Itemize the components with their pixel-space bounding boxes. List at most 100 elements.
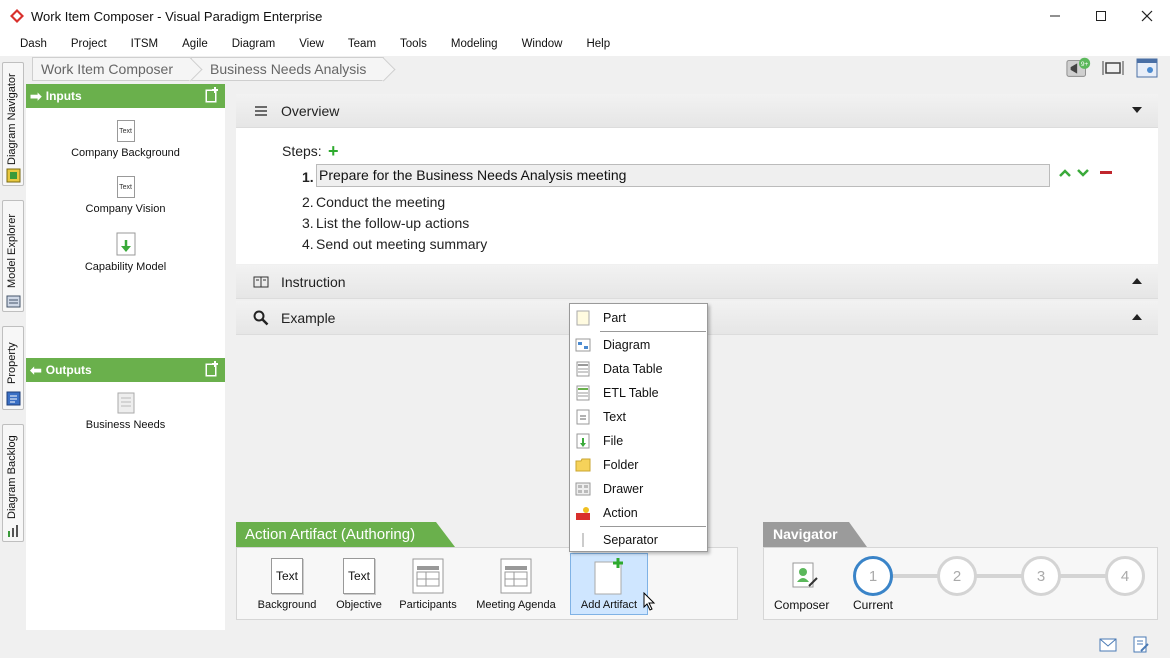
file-download-icon [116,232,135,256]
move-up-icon[interactable] [1058,168,1072,178]
step-text: Conduct the meeting [316,194,446,210]
input-artifact-company-background[interactable]: Text Company Background [26,120,225,159]
menu-item-data-table[interactable]: Data Table [570,357,707,381]
add-artifact-label: Add Artifact [580,599,638,611]
menu-separator [600,526,706,527]
diagram-backlog-icon [8,525,18,537]
menu-item-folder[interactable]: Folder [570,453,707,477]
artifact-meeting-agenda[interactable]: Meeting Agenda [473,558,559,611]
document-icon [117,392,134,414]
add-output-icon[interactable] [205,361,219,377]
menu-help[interactable]: Help [574,32,622,56]
menu-item-label: Diagram [603,338,651,352]
expand-caret-icon[interactable] [1132,314,1142,320]
menu-item-action[interactable]: Action [570,501,707,525]
etl-table-icon [576,385,590,401]
tab-diagram-navigator-label: Diagram Navigator [6,73,18,165]
text-icon [576,409,590,425]
menu-item-label: Separator [603,533,658,547]
remove-step-icon[interactable] [1098,168,1114,178]
artifact-background[interactable]: Text Background [257,558,317,611]
diagram-navigator-icon [6,168,21,183]
step-item-2[interactable]: 2. Conduct the meeting [302,194,445,210]
collapse-caret-icon[interactable] [1132,107,1142,113]
folder-icon [575,458,591,472]
add-artifact-button[interactable]: Add Artifact [570,553,648,615]
step-item-3[interactable]: 3. List the follow-up actions [302,215,469,231]
move-down-icon[interactable] [1076,168,1090,178]
mouse-cursor-icon [643,592,656,611]
expand-caret-icon[interactable] [1132,278,1142,284]
step-circle-4[interactable]: 4 [1105,556,1145,596]
artifact-participants[interactable]: Participants [397,558,459,611]
menu-itsm[interactable]: ITSM [119,32,170,56]
text-document-icon: Text [343,558,375,594]
fit-width-icon [1102,61,1124,75]
megaphone-icon: 9+ [1066,57,1091,77]
instruction-header[interactable]: Instruction [236,265,1158,299]
step-edit-field[interactable]: Prepare for the Business Needs Analysis … [316,164,1050,187]
menu-item-label: Text [603,410,626,424]
overview-title: Overview [281,102,340,119]
add-step-icon[interactable]: + [328,141,339,162]
output-artifact-business-needs[interactable]: Business Needs [26,392,225,431]
menu-item-separator[interactable]: Separator [570,528,707,552]
fit-diagram-button[interactable] [1100,57,1126,79]
menu-item-text[interactable]: Text [570,405,707,429]
step-circle-2[interactable]: 2 [937,556,977,596]
step-text: Send out meeting summary [316,236,488,252]
menu-dash[interactable]: Dash [8,32,59,56]
arrow-left-icon: ⬅ [30,361,42,378]
step-circle-1[interactable]: 1 [853,556,893,596]
input-artifact-capability-model[interactable]: Capability Model [26,232,225,273]
menu-item-label: Action [603,506,638,520]
edit-document-icon[interactable] [1133,636,1149,654]
breadcrumb: Work Item Composer Business Needs Analys… [32,57,385,81]
minimize-button[interactable] [1032,0,1078,32]
menu-tools[interactable]: Tools [388,32,439,56]
menu-view[interactable]: View [287,32,336,56]
artifact-objective[interactable]: Text Objective [329,558,389,611]
menu-item-drawer[interactable]: Drawer [570,477,707,501]
menu-item-file[interactable]: File [570,429,707,453]
model-explorer-icon [6,295,21,308]
breadcrumb-work-item-composer[interactable]: Work Item Composer [32,57,191,81]
step-circle-3[interactable]: 3 [1021,556,1061,596]
diagram-window-icon [1136,58,1158,78]
steps-label: Steps: [282,143,322,159]
tab-diagram-backlog[interactable]: Diagram Backlog [2,424,24,542]
property-icon [6,391,21,406]
menu-modeling[interactable]: Modeling [439,32,510,56]
arrow-right-icon: ➡ [30,87,42,104]
menu-item-label: Part [603,311,626,325]
notification-badge: 9+ [1081,61,1089,68]
artifact-label: Business Needs [85,419,166,431]
menu-project[interactable]: Project [59,32,119,56]
breadcrumb-business-needs-analysis[interactable]: Business Needs Analysis [191,57,385,81]
add-input-icon[interactable] [205,87,219,103]
overview-header[interactable]: Overview [236,94,1158,128]
data-table-icon [576,361,590,377]
menu-window[interactable]: Window [510,32,575,56]
menu-item-part[interactable]: Part [570,306,707,330]
close-button[interactable] [1124,0,1170,32]
outputs-title: Outputs [45,363,92,377]
menu-diagram[interactable]: Diagram [220,32,287,56]
menu-team[interactable]: Team [336,32,388,56]
tab-model-explorer[interactable]: Model Explorer [2,200,24,312]
menu-item-etl-table[interactable]: ETL Table [570,381,707,405]
menu-agile[interactable]: Agile [170,32,220,56]
maximize-button[interactable] [1078,0,1124,32]
tab-property[interactable]: Property [2,326,24,410]
step-item-4[interactable]: 4. Send out meeting summary [302,236,487,252]
minimize-icon [1050,15,1060,17]
mail-icon[interactable] [1099,638,1117,652]
composer-button[interactable] [774,560,834,590]
tab-diagram-navigator[interactable]: Diagram Navigator [2,62,24,186]
menu-item-diagram[interactable]: Diagram [570,333,707,357]
artifact-label: Background [257,599,317,611]
input-artifact-company-vision[interactable]: Text Company Vision [26,176,225,215]
announcement-button[interactable]: 9+ [1066,57,1092,79]
navigator-tab: Navigator [763,522,867,547]
diagram-properties-button[interactable] [1134,57,1160,79]
